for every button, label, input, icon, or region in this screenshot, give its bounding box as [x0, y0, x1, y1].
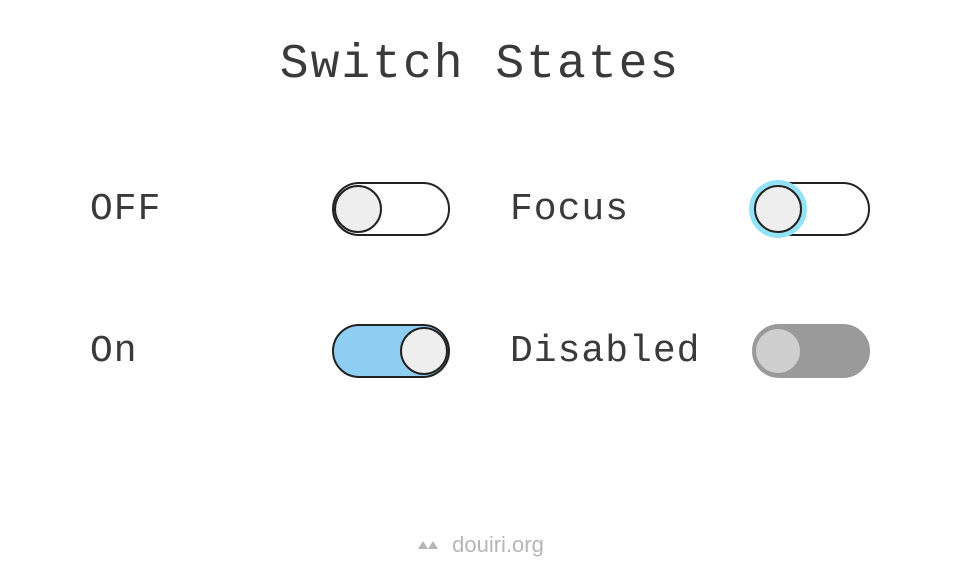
logo-icon	[416, 536, 442, 554]
switch-row-disabled: Disabled	[510, 324, 870, 378]
switch-knob	[754, 327, 802, 375]
footer-site: douiri.org	[452, 532, 544, 558]
switch-label-off: OFF	[90, 188, 161, 231]
switch-off[interactable]	[332, 182, 450, 236]
switch-knob	[754, 185, 802, 233]
switch-row-off: OFF	[90, 182, 450, 236]
switch-knob	[334, 185, 382, 233]
switch-label-on: On	[90, 330, 138, 373]
switch-grid: OFF Focus On Disabled	[90, 182, 870, 378]
switch-row-focus: Focus	[510, 182, 870, 236]
switch-label-disabled: Disabled	[510, 330, 700, 373]
switch-knob	[400, 327, 448, 375]
switch-disabled	[752, 324, 870, 378]
switch-on[interactable]	[332, 324, 450, 378]
switch-label-focus: Focus	[510, 188, 629, 231]
switch-focus[interactable]	[752, 182, 870, 236]
switch-row-on: On	[90, 324, 450, 378]
page-title: Switch States	[0, 38, 960, 92]
footer: douiri.org	[0, 532, 960, 558]
